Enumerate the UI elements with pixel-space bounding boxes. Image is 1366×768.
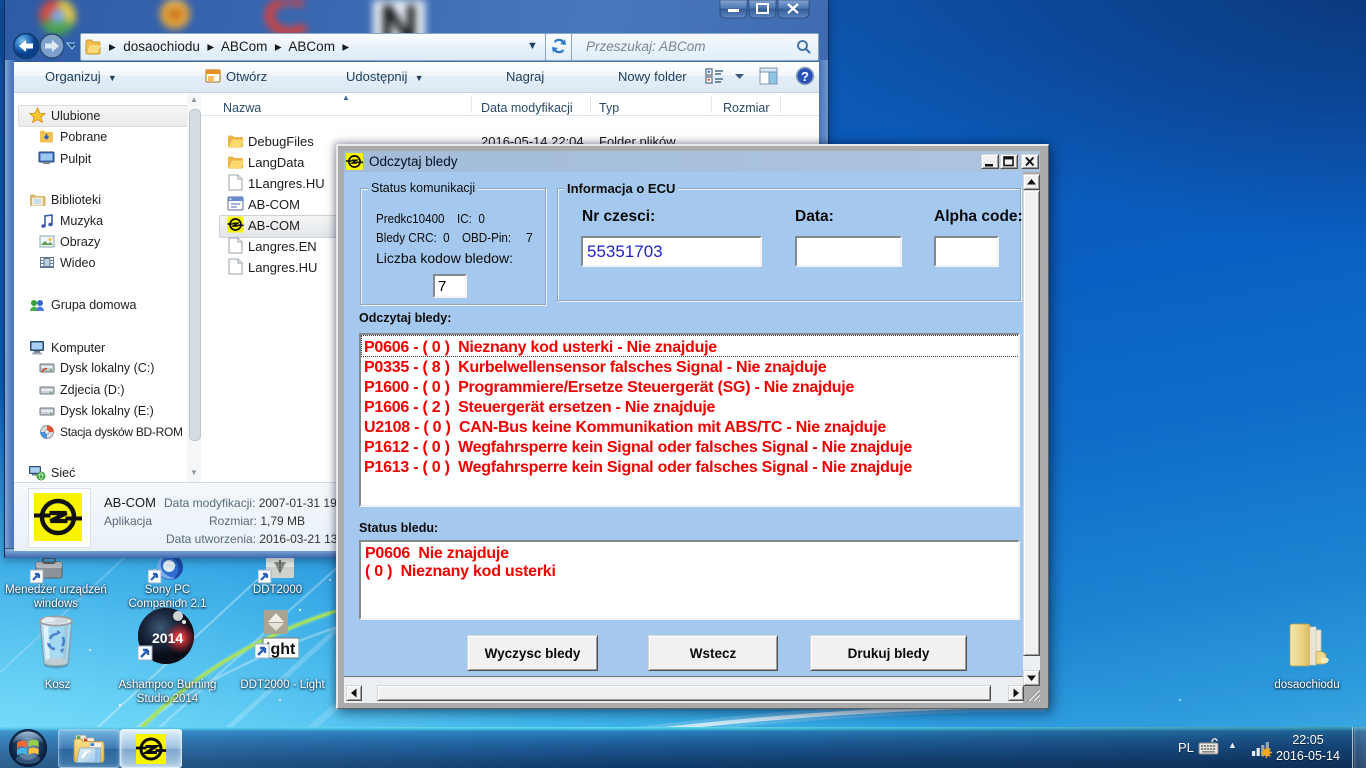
svg-text:2014: 2014 — [152, 630, 183, 646]
svg-text:?: ? — [801, 69, 809, 84]
svg-text:ight: ight — [266, 641, 296, 658]
